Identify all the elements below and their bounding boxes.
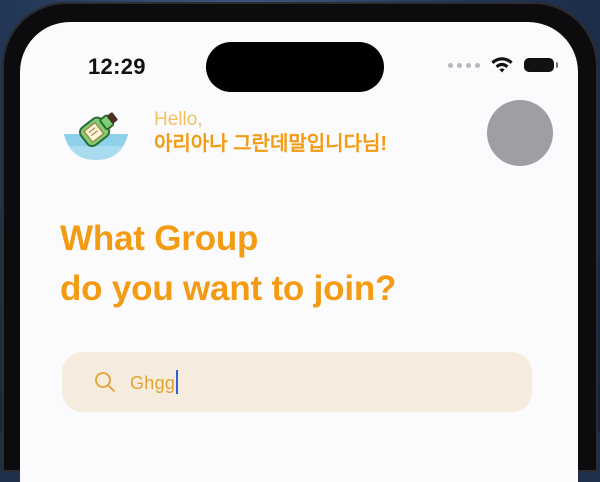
battery-icon xyxy=(524,58,558,72)
status-time: 12:29 xyxy=(88,54,146,79)
user-name: 아리아나 그란데말입니다님! xyxy=(154,133,388,155)
avatar[interactable] xyxy=(487,100,553,166)
greeting: Hello, 아리아나 그란데말입니다님! xyxy=(154,108,387,156)
search-input[interactable]: Ghgg xyxy=(62,352,532,412)
wifi-icon xyxy=(491,57,513,73)
message-in-a-bottle-icon xyxy=(64,112,128,160)
phone-frame: 12:29 Hello, 아리아나 그란데말입니다님! What Group d… xyxy=(2,2,598,482)
signal-dots-icon xyxy=(448,62,480,68)
text-caret xyxy=(176,370,179,394)
page-title-line-2: do you want to join? xyxy=(60,269,397,308)
search-text: Ghgg xyxy=(130,373,176,393)
greeting-hello: Hello, xyxy=(154,109,203,130)
app-screen: 12:29 Hello, 아리아나 그란데말입니다님! What Group d… xyxy=(20,22,578,482)
page-title-line-1: What Group xyxy=(60,219,259,258)
dynamic-island xyxy=(206,42,384,92)
page-title: What Group do you want to join? xyxy=(60,214,396,314)
status-icons xyxy=(448,56,558,74)
search-input-value[interactable]: Ghgg xyxy=(130,370,179,394)
search-icon xyxy=(95,372,115,392)
